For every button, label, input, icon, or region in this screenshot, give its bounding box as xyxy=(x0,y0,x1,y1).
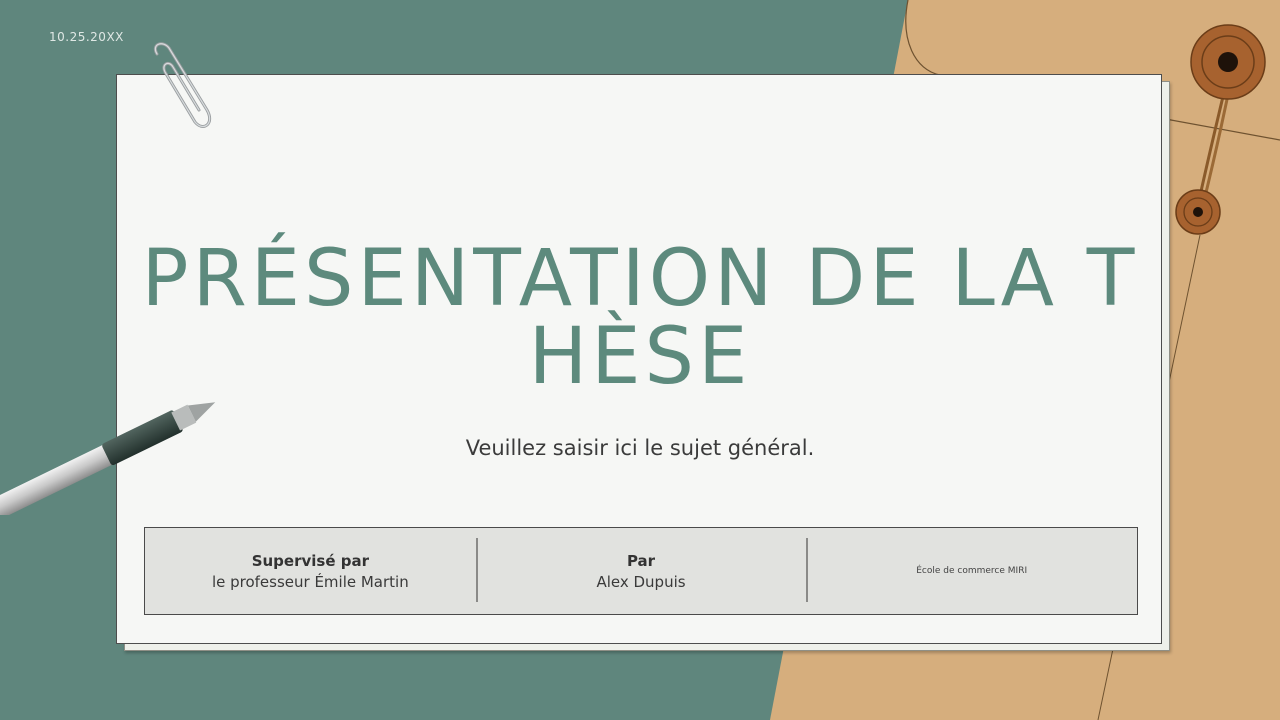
author-name: Alex Dupuis xyxy=(596,572,686,591)
school-cell: École de commerce MIRI xyxy=(806,528,1137,614)
supervisor-cell: Supervisé par le professeur Émile Martin xyxy=(145,528,476,614)
author-heading: Par xyxy=(626,551,656,570)
school-name: École de commerce MIRI xyxy=(916,566,1028,576)
info-panel: Supervisé par le professeur Émile Martin… xyxy=(144,527,1138,615)
author-cell: Par Alex Dupuis xyxy=(475,528,807,614)
slide-title-line-1: PRÉSENTATION DE LA T xyxy=(141,234,1139,324)
pen-icon xyxy=(0,402,216,515)
paperclip-icon xyxy=(154,42,212,128)
supervisor-name: le professeur Émile Martin xyxy=(211,572,409,591)
slide-title-line-2: HÈSE xyxy=(528,312,752,402)
slide-subtitle: Veuillez saisir ici le sujet général. xyxy=(465,436,815,460)
date-label: 10.25.20XX xyxy=(49,30,124,44)
supervisor-heading: Supervisé par xyxy=(251,551,369,570)
slide-title: PRÉSENTATION DE LA T HÈSE xyxy=(117,240,1163,396)
title-card: PRÉSENTATION DE LA T HÈSE Veuillez saisi… xyxy=(116,74,1162,644)
